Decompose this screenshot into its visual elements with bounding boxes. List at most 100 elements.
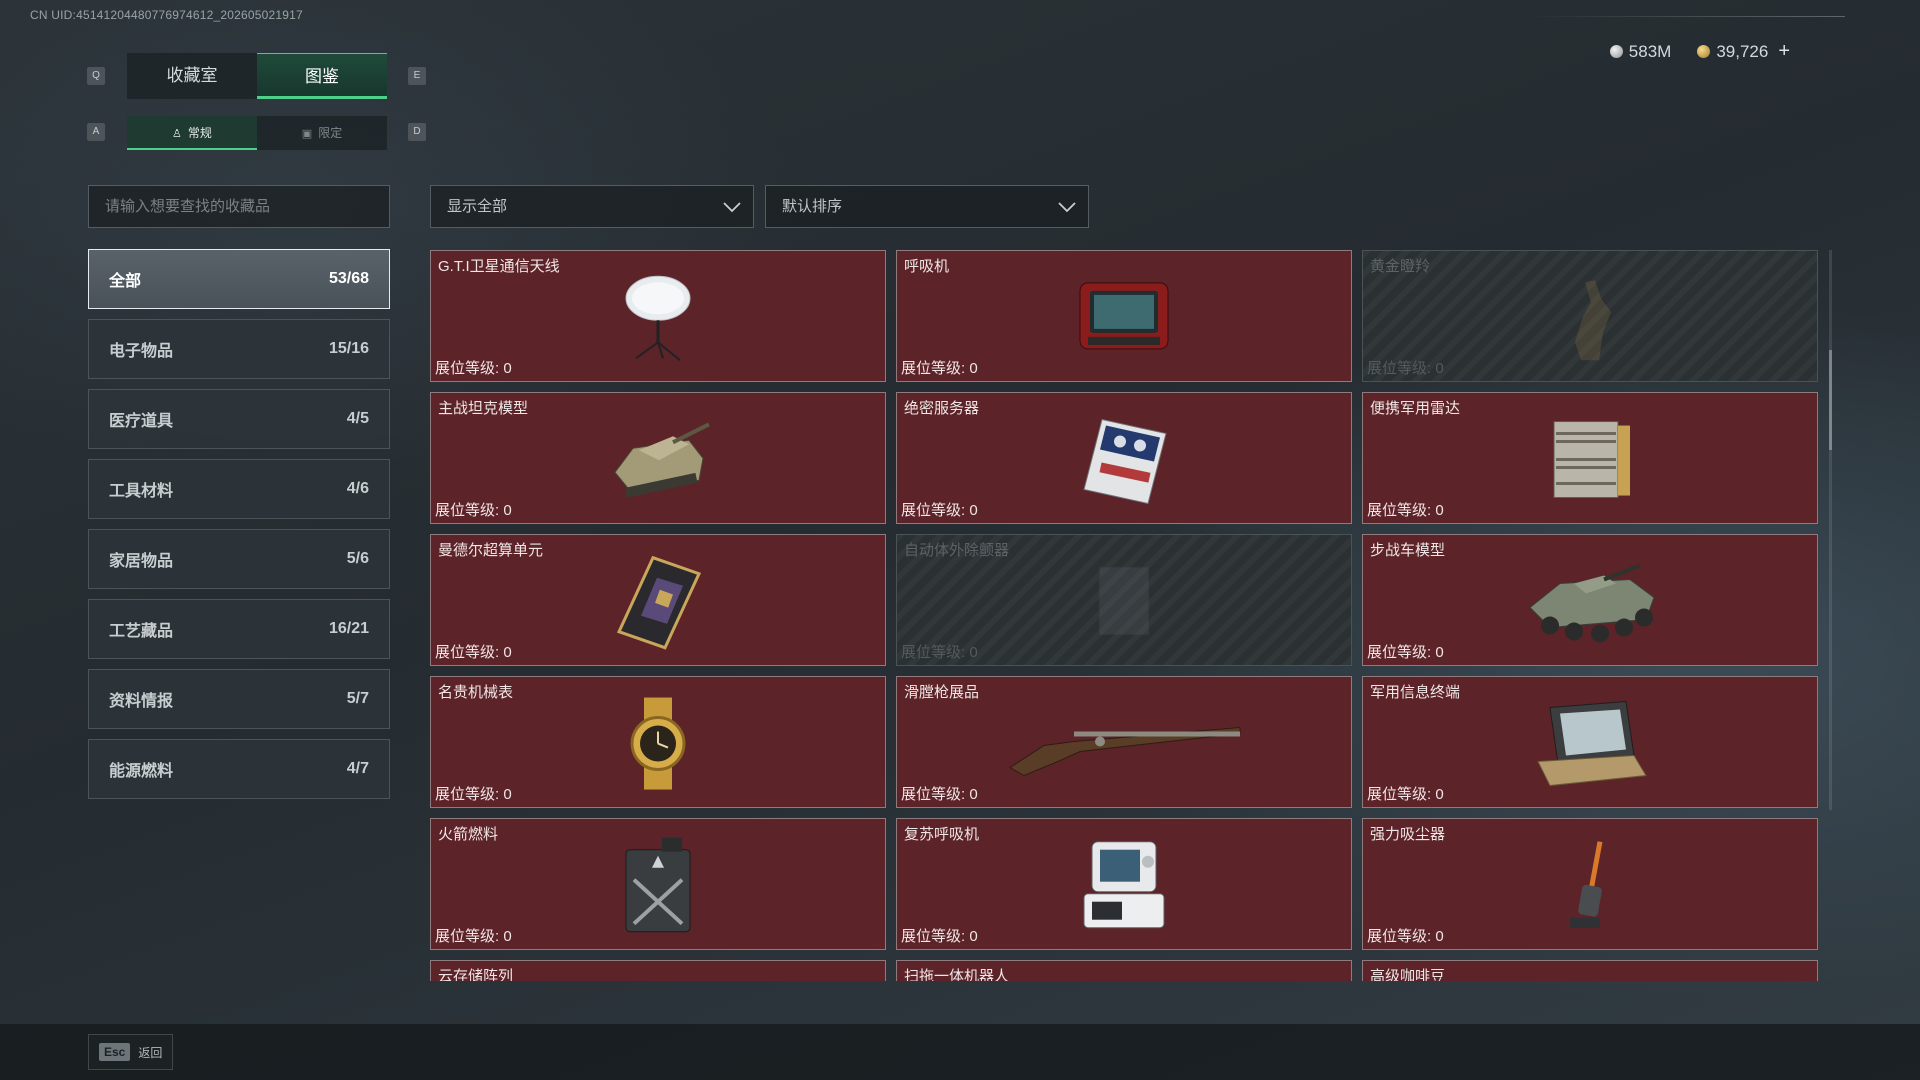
category-label: 能源燃料 — [109, 763, 174, 780]
subtab-limited[interactable]: ▣ 限定 — [257, 116, 387, 150]
category-label: 医疗道具 — [109, 413, 174, 430]
collection-card[interactable]: 呼吸机 展位等级: 0 — [896, 250, 1352, 382]
defibrillator-icon — [1089, 561, 1159, 646]
category-label: 电子物品 — [109, 343, 174, 360]
display-level-value: 0 — [1435, 928, 1444, 945]
item-name: G.T.I卫星通信天线 — [438, 258, 560, 275]
display-level-value: 0 — [1435, 786, 1444, 803]
collection-card[interactable]: 云存储阵列展位等级: 0 — [430, 960, 886, 981]
display-level-label: 展位等级: — [435, 928, 504, 945]
collection-card[interactable]: 绝密服务器 展位等级: 0 — [896, 392, 1352, 524]
grid-scrollbar[interactable] — [1829, 250, 1832, 810]
collection-card[interactable]: 黄金瞪羚展位等级: 0 — [1362, 250, 1818, 382]
gazelle-icon — [1555, 272, 1625, 367]
currency-display: 583M 39,726 + — [1609, 40, 1790, 63]
collection-card[interactable]: 曼德尔超算单元 展位等级: 0 — [430, 534, 886, 666]
collection-card[interactable]: 名贵机械表 展位等级: 0 — [430, 676, 886, 808]
collection-card[interactable]: 自动体外除颤器 展位等级: 0 — [896, 534, 1352, 666]
collection-card[interactable]: G.T.I卫星通信天线 展位等级: 0 — [430, 250, 886, 382]
display-level: 展位等级: 0 — [435, 641, 512, 662]
category-item[interactable]: 电子物品 15/16 — [88, 319, 390, 379]
category-item[interactable]: 医疗道具 4/5 — [88, 389, 390, 449]
display-level-label: 展位等级: — [435, 786, 504, 803]
display-level-label: 展位等级: — [901, 786, 970, 803]
display-level-label: 展位等级: — [435, 502, 504, 519]
display-level-value: 0 — [969, 644, 978, 661]
display-level-label: 展位等级: — [901, 502, 970, 519]
item-name: 黄金瞪羚 — [1370, 258, 1431, 275]
item-name: 云存储阵列 — [438, 968, 514, 981]
collection-card[interactable]: 军用信息终端 展位等级: 0 — [1362, 676, 1818, 808]
gpu-icon — [613, 552, 703, 657]
tab-catalog[interactable]: 图鉴 — [257, 53, 387, 99]
back-button[interactable]: Esc 返回 — [88, 1034, 174, 1070]
ventilator-icon — [1074, 277, 1174, 362]
watch-icon — [618, 696, 698, 797]
radar-icon — [1542, 412, 1638, 513]
grid-scrollbar-thumb[interactable] — [1829, 350, 1832, 450]
display-level-label: 展位等级: — [901, 360, 970, 377]
display-level-label: 展位等级: — [901, 644, 970, 661]
display-level-value: 0 — [969, 928, 978, 945]
category-count: 53/68 — [328, 270, 369, 287]
musket-icon — [1004, 708, 1244, 783]
display-level: 展位等级: 0 — [901, 499, 978, 520]
collection-card[interactable]: 强力吸尘器 展位等级: 0 — [1362, 818, 1818, 950]
display-level-label: 展位等级: — [1367, 360, 1436, 377]
resuscitator-icon — [1074, 836, 1174, 941]
category-item[interactable]: 资料情报 5/7 — [88, 669, 390, 729]
silver-amount: 583M — [1628, 41, 1672, 61]
plus-icon[interactable]: + — [1778, 40, 1790, 62]
tab-collection-room[interactable]: 收藏室 — [127, 53, 257, 99]
display-level-label: 展位等级: — [435, 644, 504, 661]
category-count: 15/16 — [328, 340, 369, 357]
collection-card[interactable]: 高级咖啡豆展位等级: 0 — [1362, 960, 1818, 981]
collection-card[interactable]: 扫拖一体机器人展位等级: 0 — [896, 960, 1352, 981]
collection-card[interactable]: 步战车模型 展位等级: 0 — [1362, 534, 1818, 666]
sort-dropdown[interactable]: 默认排序 — [765, 185, 1089, 228]
server-icon — [1074, 412, 1174, 513]
display-level-value: 0 — [503, 644, 512, 661]
category-item[interactable]: 全部 53/68 — [88, 249, 390, 309]
limited-icon: ▣ — [301, 128, 313, 140]
category-list: 全部 53/68 电子物品 15/16 医疗道具 4/5 工具材料 4/6 家居物品 5/6 工艺藏… — [88, 249, 390, 809]
item-name: 名贵机械表 — [438, 684, 514, 701]
filter-dropdown[interactable]: 显示全部 — [430, 185, 754, 228]
collection-card[interactable]: 滑膛枪展品 展位等级: 0 — [896, 676, 1352, 808]
display-level-value: 0 — [503, 360, 512, 377]
chevron-down-icon — [1058, 202, 1076, 213]
top-divider — [1525, 16, 1845, 17]
key-hint-e: E — [408, 67, 426, 85]
category-item[interactable]: 工具材料 4/6 — [88, 459, 390, 519]
collection-card[interactable]: 便携军用雷达 展位等级: 0 — [1362, 392, 1818, 524]
subtab-regular[interactable]: ♙ 常规 — [127, 116, 257, 150]
category-item[interactable]: 家居物品 5/6 — [88, 529, 390, 589]
category-item[interactable]: 工艺藏品 16/21 — [88, 599, 390, 659]
item-name: 扫拖一体机器人 — [904, 968, 1010, 981]
display-level: 展位等级: 0 — [1367, 641, 1444, 662]
search-input[interactable] — [88, 185, 390, 228]
display-level-value: 0 — [503, 928, 512, 945]
collection-card[interactable]: 复苏呼吸机展位等级: 0 — [896, 818, 1352, 950]
collection-card[interactable]: 火箭燃料 展位等级: 0 — [430, 818, 886, 950]
vacuum-icon — [1560, 836, 1620, 941]
category-count: 5/6 — [346, 550, 369, 567]
display-level: 展位等级: 0 — [435, 925, 512, 946]
collection-card[interactable]: 主战坦克模型 展位等级: 0 — [430, 392, 886, 524]
category-item[interactable]: 能源燃料 4/7 — [88, 739, 390, 799]
display-level: 展位等级: 0 — [1367, 783, 1444, 804]
display-level-label: 展位等级: — [435, 360, 504, 377]
sort-dropdown-value: 默认排序 — [782, 198, 843, 215]
display-level-label: 展位等级: — [1367, 644, 1436, 661]
item-name: 复苏呼吸机 — [904, 826, 980, 843]
display-level-value: 0 — [1435, 360, 1444, 377]
ifv-icon — [1520, 554, 1660, 655]
category-label: 家居物品 — [109, 553, 174, 570]
item-name: 曼德尔超算单元 — [438, 542, 544, 559]
gold-currency: 39,726 + — [1697, 40, 1790, 63]
category-count: 4/5 — [346, 410, 369, 427]
item-name: 高级咖啡豆 — [1370, 968, 1446, 981]
display-level-label: 展位等级: — [901, 928, 970, 945]
collection-grid: G.T.I卫星通信天线 展位等级: 0 呼吸机 展位等级: 0 黄金瞪羚 展位等级: 0主… — [430, 250, 1820, 981]
key-hint-q: Q — [87, 67, 105, 85]
